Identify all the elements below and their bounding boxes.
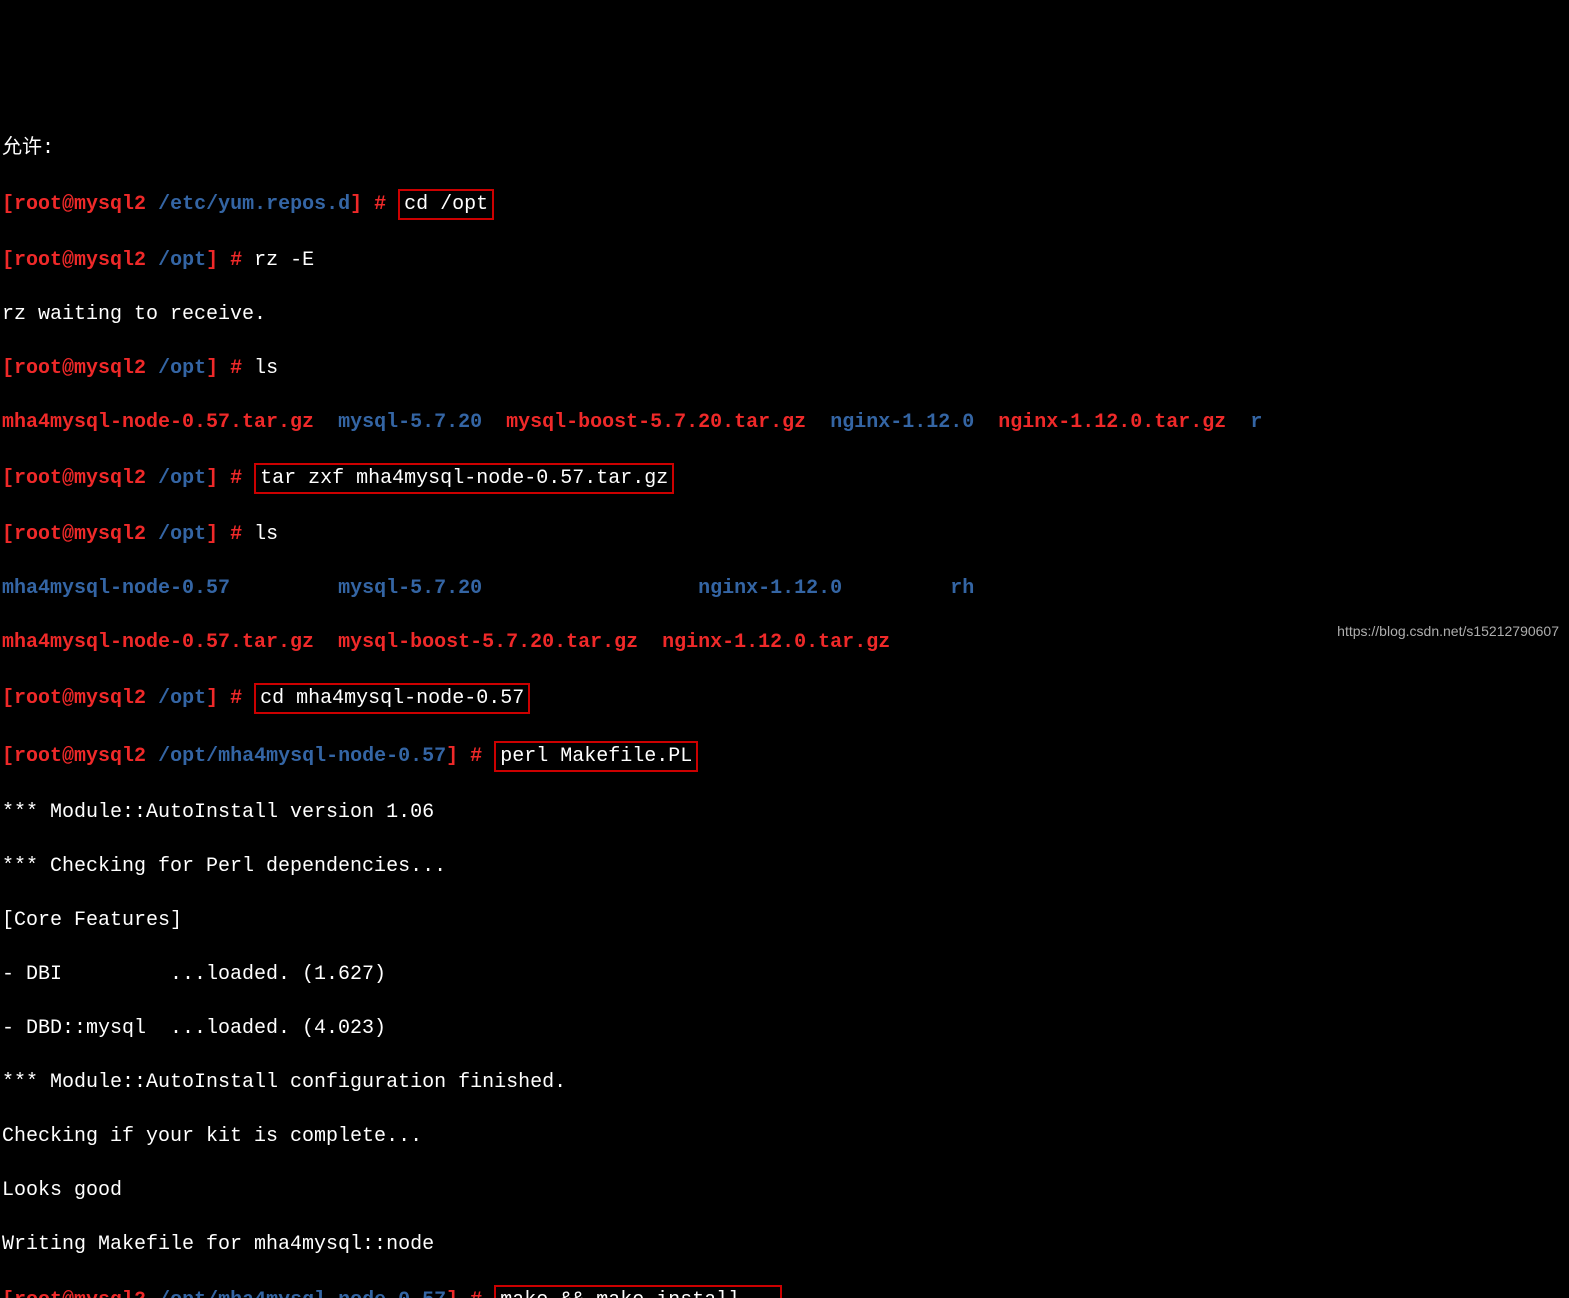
terminal-output: 允许: [root@mysql2 /etc/yum.repos.d] # cd … (0, 108, 1569, 1298)
perl-out-line: *** Module::AutoInstall version 1.06 (2, 801, 434, 824)
command-rz: rz -E (254, 249, 314, 272)
host: mysql2 (74, 193, 146, 216)
at: @ (62, 193, 74, 216)
command-ls: ls (254, 357, 278, 380)
command-tar: tar zxf mha4mysql-node-0.57.tar.gz (254, 463, 674, 494)
perl-out-line: - DBD::mysql ...loaded. (4.023) (2, 1017, 386, 1040)
command-ls: ls (254, 523, 278, 546)
user: root (14, 193, 62, 216)
watermark: https://blog.csdn.net/s15212790607 (1337, 622, 1559, 641)
perl-out-line: *** Module::AutoInstall configuration fi… (2, 1071, 566, 1094)
dir-nginx: nginx-1.12.0 (830, 411, 974, 434)
file-boost-tgz: mysql-boost-5.7.20.tar.gz (338, 631, 638, 654)
bracket: ] (350, 193, 362, 216)
perl-out-line: *** Checking for Perl dependencies... (2, 855, 446, 878)
trail: r (1250, 411, 1262, 434)
perl-out-line: Looks good (2, 1179, 122, 1202)
dir-nginx: nginx-1.12.0 (698, 577, 842, 600)
dir-rh: rh (950, 577, 974, 600)
rz-output: rz waiting to receive. (2, 303, 266, 326)
file-node-tgz: mha4mysql-node-0.57.tar.gz (2, 631, 314, 654)
command-perl: perl Makefile.PL (494, 741, 698, 772)
partial-text: 允许: (2, 137, 54, 160)
command-cd-node: cd mha4mysql-node-0.57 (254, 683, 530, 714)
file-node-tgz: mha4mysql-node-0.57.tar.gz (2, 411, 314, 434)
command-cd-opt: cd /opt (398, 189, 494, 220)
file-nginx-tgz: nginx-1.12.0.tar.gz (998, 411, 1226, 434)
perl-out-line: Writing Makefile for mha4mysql::node (2, 1233, 434, 1256)
perl-out-line: - DBI ...loaded. (1.627) (2, 963, 386, 986)
dir-mysql: mysql-5.7.20 (338, 411, 482, 434)
cwd: /etc/yum.repos.d (158, 193, 350, 216)
perl-out-line: [Core Features] (2, 909, 182, 932)
bracket: [ (2, 193, 14, 216)
command-make: make && make install (494, 1285, 782, 1298)
file-boost-tgz: mysql-boost-5.7.20.tar.gz (506, 411, 806, 434)
dir-mysql: mysql-5.7.20 (338, 577, 482, 600)
dir-node: mha4mysql-node-0.57 (2, 577, 230, 600)
hash: # (374, 193, 386, 216)
perl-out-line: Checking if your kit is complete... (2, 1125, 422, 1148)
file-nginx-tgz: nginx-1.12.0.tar.gz (662, 631, 890, 654)
